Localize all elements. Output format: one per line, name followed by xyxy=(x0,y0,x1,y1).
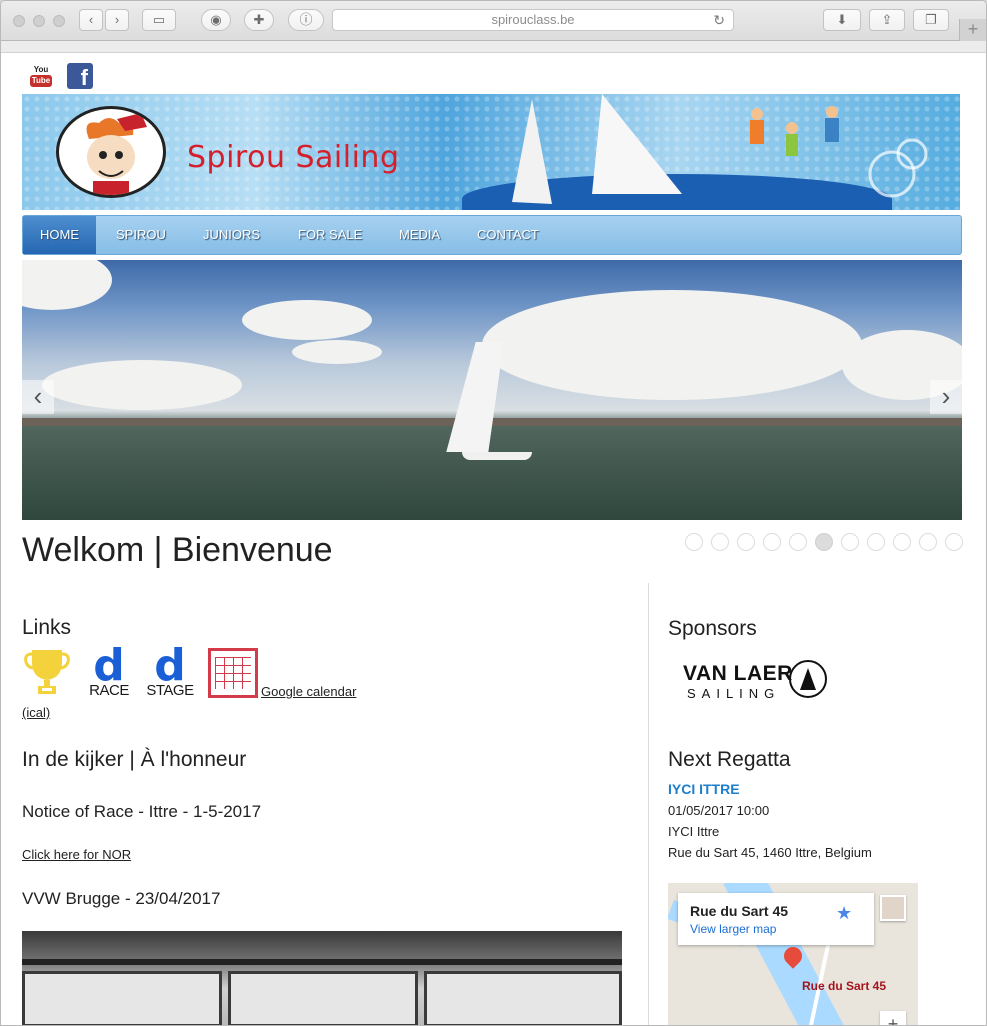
banner-sailboats-graphic xyxy=(512,94,928,204)
zoom-window-button[interactable] xyxy=(53,15,65,27)
slider-dot[interactable] xyxy=(841,533,859,551)
reload-icon[interactable]: ↻ xyxy=(713,10,725,30)
new-tab-button[interactable]: + xyxy=(959,19,986,41)
slider-dot[interactable] xyxy=(763,533,781,551)
slider-dot[interactable] xyxy=(945,533,963,551)
slider-dot[interactable] xyxy=(685,533,703,551)
url-text: spirouclass.be xyxy=(491,12,575,27)
news-photo[interactable] xyxy=(22,931,622,1025)
map-pin-label: Rue du Sart 45 xyxy=(802,979,887,993)
browser-window: ‹ › ▭ ◉ ✚ ⓘ spirouclass.be ↻ ⬇ ⇪ ❐ + You… xyxy=(0,0,987,1026)
race-label: RACE xyxy=(89,682,129,699)
facebook-icon[interactable]: f xyxy=(67,63,93,89)
tabs-overview-icon[interactable]: ❐ xyxy=(913,9,949,31)
column-divider xyxy=(648,583,649,1025)
cloud xyxy=(482,290,862,400)
browser-toolbar: ‹ › ▭ ◉ ✚ ⓘ spirouclass.be ↻ ⬇ ⇪ ❐ + xyxy=(1,1,986,41)
youtube-bottom-text: Tube xyxy=(30,75,52,87)
calendar-icon[interactable] xyxy=(208,648,258,698)
trophy-icon[interactable] xyxy=(24,648,70,696)
google-calendar-link[interactable]: Google calendar xyxy=(261,684,356,699)
next-regatta-heading: Next Regatta xyxy=(668,748,791,771)
stage-link[interactable]: d STAGE xyxy=(145,640,195,699)
main-navigation: HOME SPIROU JUNIORS FOR SALE MEDIA CONTA… xyxy=(22,215,962,255)
van-laer-sponsor-logo[interactable]: VAN LAER SAILING xyxy=(683,658,833,704)
info-icon[interactable]: ⓘ xyxy=(288,9,324,31)
forward-icon[interactable]: › xyxy=(105,9,129,31)
slider-dot[interactable] xyxy=(711,533,729,551)
sponsor-name: VAN LAER xyxy=(683,662,793,685)
spirou-face-icon xyxy=(86,113,147,195)
share-icon[interactable]: ⇪ xyxy=(869,9,905,31)
sponsor-sail-icon xyxy=(800,668,816,690)
page-title: Welkom | Bienvenue xyxy=(22,531,333,569)
cloud xyxy=(242,300,372,340)
sponsor-tagline: SAILING xyxy=(687,686,781,701)
slider-next-arrow-icon[interactable]: › xyxy=(930,380,962,414)
slider-dot[interactable] xyxy=(789,533,807,551)
photo-window-pane xyxy=(424,971,622,1025)
header-banner: Spirou Sailing xyxy=(22,94,960,210)
nav-contact[interactable]: CONTACT xyxy=(477,216,539,254)
back-icon[interactable]: ‹ xyxy=(79,9,103,31)
stage-d-icon: d xyxy=(154,640,186,691)
extension-u-icon[interactable]: ◉ xyxy=(201,9,231,31)
slider-boat-hull xyxy=(462,452,532,460)
regatta-address: Rue du Sart 45, 1460 Ittre, Belgium xyxy=(668,845,872,860)
web-page: You Tube f Spirou Sailing HOME SPIROU JU… xyxy=(1,53,986,1025)
avatar[interactable] xyxy=(880,895,906,921)
photo-frame xyxy=(22,959,622,965)
calendar-grid xyxy=(215,657,251,689)
slider-water xyxy=(22,426,962,520)
slider-dot[interactable] xyxy=(737,533,755,551)
map-card-title: Rue du Sart 45 xyxy=(690,903,789,919)
site-brand-title: Spirou Sailing xyxy=(187,140,400,175)
news-title-vvw: VVW Brugge - 23/04/2017 xyxy=(22,889,221,908)
news-title-nor: Notice of Race - Ittre - 1-5-2017 xyxy=(22,802,262,821)
image-slider[interactable]: ‹ › xyxy=(22,260,962,520)
spirou-logo[interactable] xyxy=(56,106,166,198)
nav-juniors[interactable]: JUNIORS xyxy=(203,216,260,254)
slider-prev-arrow-icon[interactable]: ‹ xyxy=(22,380,54,414)
stage-label: STAGE xyxy=(146,682,194,699)
tab-strip xyxy=(1,41,986,53)
sidebar-toggle-icon[interactable]: ▭ xyxy=(142,9,176,31)
cloud xyxy=(42,360,242,410)
ical-link[interactable]: (ical) xyxy=(22,705,50,720)
view-larger-map-link[interactable]: View larger map xyxy=(690,922,776,936)
slider-dot[interactable] xyxy=(815,533,833,551)
extension-puzzle-icon[interactable]: ✚ xyxy=(244,9,274,31)
save-star-icon[interactable]: ★ xyxy=(836,903,852,924)
downloads-icon[interactable]: ⬇ xyxy=(823,9,861,31)
slider-dot[interactable] xyxy=(893,533,911,551)
regatta-name-link[interactable]: IYCI ITTRE xyxy=(668,781,740,797)
race-d-icon: d xyxy=(93,640,125,691)
cloud xyxy=(292,340,382,364)
sponsors-heading: Sponsors xyxy=(668,617,757,640)
minimize-window-button[interactable] xyxy=(33,15,45,27)
map-info-card: Rue du Sart 45 View larger map ★ xyxy=(678,893,874,945)
nav-media[interactable]: MEDIA xyxy=(399,216,440,254)
slider-dot[interactable] xyxy=(919,533,937,551)
address-bar[interactable]: spirouclass.be ↻ xyxy=(332,9,734,31)
links-heading: Links xyxy=(22,616,72,639)
nav-home[interactable]: HOME xyxy=(23,216,96,254)
regatta-datetime: 01/05/2017 10:00 xyxy=(668,803,770,818)
spotlight-heading: In de kijker | À l'honneur xyxy=(22,748,247,771)
nor-link[interactable]: Click here for NOR xyxy=(22,847,131,862)
slider-dot[interactable] xyxy=(867,533,885,551)
cloud xyxy=(22,260,112,310)
race-link[interactable]: d RACE xyxy=(84,640,134,699)
photo-window-pane xyxy=(22,971,222,1025)
nav-for-sale[interactable]: FOR SALE xyxy=(298,216,362,254)
map-zoom-in-button[interactable]: + xyxy=(880,1011,906,1025)
youtube-icon[interactable]: You Tube xyxy=(28,63,54,89)
close-window-button[interactable] xyxy=(13,15,25,27)
regatta-club: IYCI Ittre xyxy=(668,824,720,839)
youtube-top-text: You xyxy=(33,65,49,74)
nav-spirou[interactable]: SPIROU xyxy=(116,216,166,254)
regatta-map[interactable]: Rue du Sart 45 View larger map ★ Rue du … xyxy=(668,883,918,1025)
photo-window-pane xyxy=(228,971,418,1025)
